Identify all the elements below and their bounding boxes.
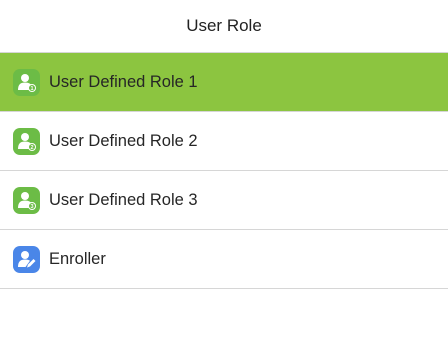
svg-text:2: 2 <box>30 145 33 151</box>
enroller-icon <box>13 245 40 273</box>
user-role-screen: User Role 1 User Defined Role 1 2 User D… <box>0 0 448 340</box>
role-item-2[interactable]: 2 User Defined Role 2 <box>0 112 448 171</box>
role-item-1[interactable]: 1 User Defined Role 1 <box>0 53 448 112</box>
role-item-label: User Defined Role 3 <box>49 190 198 209</box>
role-list: 1 User Defined Role 1 2 User Defined Rol… <box>0 53 448 289</box>
role-item-label: User Defined Role 1 <box>49 72 198 91</box>
role-item-3[interactable]: 3 User Defined Role 3 <box>0 171 448 230</box>
user-role-1-icon: 1 <box>13 68 40 96</box>
page-title: User Role <box>0 0 448 53</box>
svg-text:1: 1 <box>30 86 33 92</box>
user-role-3-icon: 3 <box>13 186 40 214</box>
user-role-2-icon: 2 <box>13 127 40 155</box>
role-item-label: Enroller <box>49 249 106 268</box>
role-item-label: User Defined Role 2 <box>49 131 198 150</box>
svg-text:3: 3 <box>30 204 33 210</box>
role-item-enroller[interactable]: Enroller <box>0 230 448 289</box>
